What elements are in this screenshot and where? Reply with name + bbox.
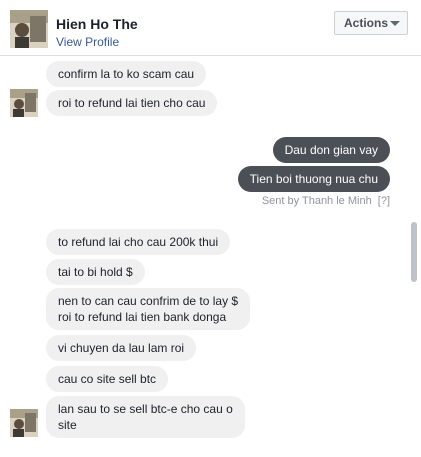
- sender-avatar[interactable]: [10, 89, 38, 117]
- message-line: lan sau to se sell btc-e cho cau o: [58, 402, 233, 416]
- message-incoming: tai to bi hold $: [46, 259, 145, 285]
- contact-avatar[interactable]: [10, 10, 48, 48]
- message-incoming: confirm la to ko scam cau: [46, 61, 207, 87]
- message-line: site: [58, 418, 77, 432]
- message-line: nen to can cau confrim de to lay $: [58, 294, 239, 308]
- conversation-header: Hien Ho The View Profile Actions: [0, 0, 421, 56]
- thread-scrollbar[interactable]: [411, 222, 417, 282]
- contact-name[interactable]: Hien Ho The: [56, 16, 138, 32]
- chevron-down-icon: [390, 21, 400, 26]
- message-outgoing: Dau don gian vay: [272, 137, 390, 163]
- message-incoming: lan sau to se sell btc-e cho cau o site: [46, 396, 245, 438]
- message-outgoing: Tien boi thuong nua chu: [237, 166, 390, 192]
- help-icon[interactable]: [?]: [378, 195, 390, 207]
- message-incoming: nen to can cau confrim de to lay $ roi t…: [46, 288, 251, 330]
- message-incoming: cau co site sell btc: [46, 366, 169, 392]
- message-incoming: to refund lai cho cau 200k thui: [46, 229, 231, 255]
- sender-avatar[interactable]: [10, 409, 38, 437]
- view-profile-link[interactable]: View Profile: [56, 35, 119, 49]
- actions-button[interactable]: Actions: [334, 11, 408, 35]
- actions-label: Actions: [344, 16, 389, 30]
- message-thread[interactable]: confirm la to ko scam cau roi to refund …: [0, 57, 421, 457]
- seen-status: Sent by Thanh le Minh [?]: [262, 195, 390, 207]
- message-incoming: roi to refund lai tien cho cau: [46, 90, 218, 116]
- seen-status-text: Sent by Thanh le Minh: [261, 195, 372, 207]
- message-incoming: vi chuyen da lau lam roi: [46, 335, 197, 361]
- message-line: roi to refund lai tien bank donga: [58, 310, 227, 324]
